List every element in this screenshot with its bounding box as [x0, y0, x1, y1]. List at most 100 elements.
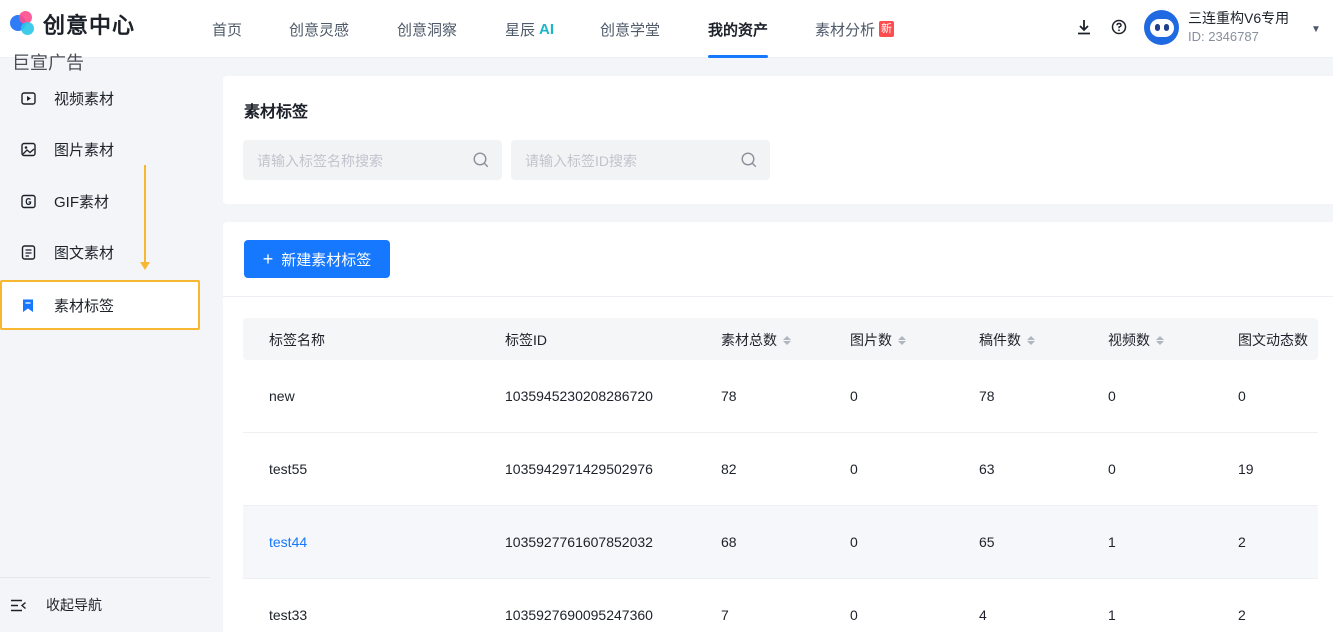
draft-count: 65	[979, 534, 995, 550]
logo-text: 创意中心	[43, 13, 136, 38]
post-count: 2	[1238, 607, 1246, 623]
nav-label: 创意灵感	[289, 21, 350, 39]
tag-id-search-input[interactable]: 请输入标签ID搜索	[511, 140, 770, 180]
total-count: 78	[721, 388, 737, 404]
filter-panel: 素材标签 请输入标签名称搜索 请输入标签ID搜索	[223, 76, 1333, 204]
video-icon	[20, 90, 36, 106]
col-tag-name: 标签名称	[269, 332, 325, 348]
sort-icon[interactable]	[1156, 335, 1164, 345]
sidebar-item-label: 图片素材	[54, 141, 115, 159]
user-id: ID: 2346787	[1188, 29, 1259, 44]
nav-label: 创意洞察	[397, 21, 458, 39]
new-tag-button[interactable]: + 新建素材标签	[244, 240, 390, 278]
total-count: 82	[721, 461, 737, 477]
sidebar-item-material-tags[interactable]: 素材标签	[0, 280, 200, 330]
main-nav: 首页 创意灵感 创意洞察 星辰 AI 创意学堂 我的资产 素材分析新	[212, 0, 895, 58]
nav-label: 我的资产	[708, 21, 769, 39]
ai-label: AI	[539, 20, 555, 38]
annotation-arrow-head	[140, 262, 150, 270]
video-count: 0	[1108, 388, 1116, 404]
logo[interactable]: 创意中心	[10, 10, 135, 38]
total-count: 7	[721, 607, 729, 623]
nav-label: 首页	[212, 21, 243, 39]
search-icon[interactable]	[472, 151, 490, 169]
download-icon[interactable]	[1075, 18, 1093, 36]
tag-id: 1035927761607852032	[505, 534, 653, 550]
sidebar-item-label: 素材标签	[54, 297, 115, 315]
sidebar-item-article[interactable]: 图文素材	[0, 229, 200, 275]
tag-name[interactable]: test33	[269, 607, 307, 623]
brand-subtitle: 巨宣广告	[12, 53, 84, 73]
collapse-label: 收起导航	[46, 597, 102, 613]
annotation-arrow	[144, 165, 146, 263]
col-tag-id: 标签ID	[505, 332, 547, 348]
plus-icon: +	[262, 249, 274, 269]
table-row[interactable]: new 1035945230208286720 78 0 78 0 0	[243, 360, 1318, 433]
video-count: 1	[1108, 534, 1116, 550]
tag-id: 1035942971429502976	[505, 461, 653, 477]
help-icon[interactable]	[1110, 18, 1128, 36]
user-name[interactable]: 三连重构V6专用	[1188, 8, 1289, 28]
sort-icon[interactable]	[1027, 335, 1035, 345]
search-icon[interactable]	[740, 151, 758, 169]
image-count: 0	[850, 534, 858, 550]
sort-icon[interactable]	[783, 335, 791, 345]
draft-count: 78	[979, 388, 995, 404]
new-tag-button-label: 新建素材标签	[281, 251, 372, 269]
nav-label: 创意学堂	[600, 21, 661, 39]
bookmark-icon	[20, 297, 36, 313]
nav-material-analysis[interactable]: 素材分析新	[815, 0, 895, 58]
page-title: 素材标签	[244, 104, 309, 121]
gif-icon	[20, 193, 36, 209]
table-row[interactable]: test44 1035927761607852032 68 0 65 1 2	[243, 506, 1318, 579]
logo-icon	[10, 11, 36, 37]
image-count: 0	[850, 607, 858, 623]
post-count: 0	[1238, 388, 1246, 404]
sidebar-item-gif[interactable]: GIF素材	[0, 178, 200, 224]
image-icon	[20, 141, 36, 157]
col-drafts-sortable[interactable]: 稿件数	[979, 330, 1035, 350]
table-panel: + 新建素材标签 标签名称 标签ID 素材总数 图片数 稿件数 视频数 图文动态…	[223, 222, 1333, 632]
table-row[interactable]: test55 1035942971429502976 82 0 63 0 19	[243, 433, 1318, 506]
nav-inspiration[interactable]: 创意灵感	[289, 0, 397, 58]
draft-count: 63	[979, 461, 995, 477]
video-count: 1	[1108, 607, 1116, 623]
col-total-sortable[interactable]: 素材总数	[721, 330, 791, 350]
tag-name[interactable]: new	[269, 388, 295, 404]
post-count: 19	[1238, 461, 1254, 477]
nav-home[interactable]: 首页	[212, 0, 289, 58]
col-videos-sortable[interactable]: 视频数	[1108, 330, 1164, 350]
nav-xingchen-ai[interactable]: 星辰 AI	[505, 0, 600, 58]
post-count: 2	[1238, 534, 1246, 550]
chevron-down-icon[interactable]: ▼	[1311, 24, 1321, 35]
tag-id: 1035945230208286720	[505, 388, 653, 404]
nav-my-assets[interactable]: 我的资产	[708, 0, 769, 58]
total-count: 68	[721, 534, 737, 550]
tag-name[interactable]: test44	[269, 534, 307, 550]
sidebar-item-label: 图文素材	[54, 244, 115, 262]
table-row[interactable]: test33 1035927690095247360 7 0 4 1 2	[243, 579, 1318, 632]
sidebar-item-image[interactable]: 图片素材	[0, 126, 200, 172]
image-count: 0	[850, 388, 858, 404]
col-images-sortable[interactable]: 图片数	[850, 330, 906, 350]
top-header: 创意中心 首页 创意灵感 创意洞察 星辰 AI 创意学堂 我的资产 素材分析新 三…	[0, 0, 1333, 58]
tag-name-search-input[interactable]: 请输入标签名称搜索	[243, 140, 502, 180]
sidebar-item-label: GIF素材	[54, 193, 109, 211]
search-placeholder: 请输入标签名称搜索	[257, 153, 383, 169]
nav-label: 星辰	[505, 21, 536, 39]
nav-insight[interactable]: 创意洞察	[397, 0, 505, 58]
sort-icon[interactable]	[898, 335, 906, 345]
sidebar-item-video[interactable]: 视频素材	[0, 75, 200, 121]
table-header: 标签名称 标签ID 素材总数 图片数 稿件数 视频数 图文动态数	[243, 318, 1318, 360]
col-posts: 图文动态数	[1238, 332, 1308, 348]
search-placeholder: 请输入标签ID搜索	[525, 153, 637, 169]
sidebar-divider	[0, 577, 210, 578]
nav-academy[interactable]: 创意学堂	[600, 0, 708, 58]
tag-name[interactable]: test55	[269, 461, 307, 477]
article-icon	[20, 244, 36, 260]
collapse-nav-button[interactable]: 收起导航	[10, 595, 102, 615]
avatar[interactable]	[1144, 10, 1179, 45]
tag-id: 1035927690095247360	[505, 607, 653, 623]
sidebar: 视频素材 图片素材 GIF素材 图文素材 素材标签 收起导航	[0, 75, 210, 632]
image-count: 0	[850, 461, 858, 477]
